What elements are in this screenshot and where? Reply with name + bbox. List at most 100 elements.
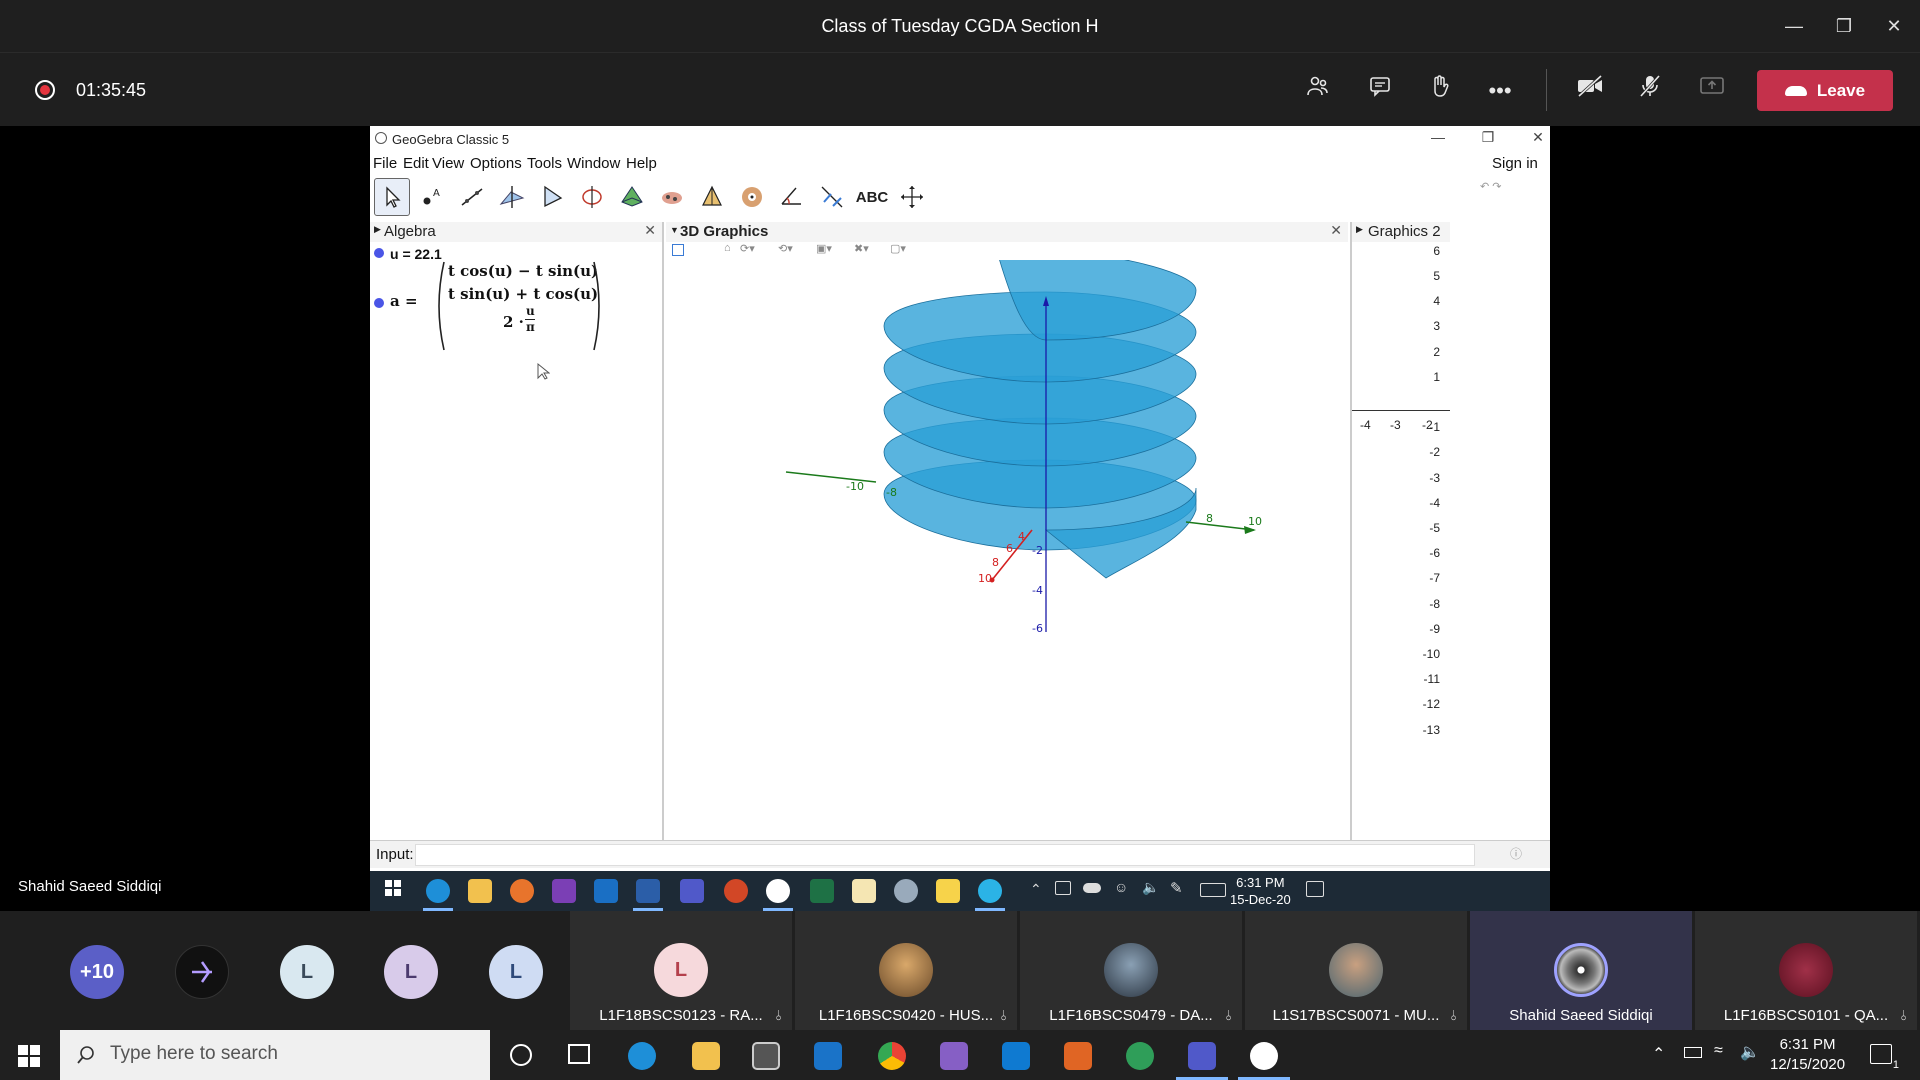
remote-onedrive-icon[interactable] bbox=[1083, 883, 1101, 893]
menu-help[interactable]: Help bbox=[626, 155, 657, 172]
algebra-close-icon[interactable]: ✕ bbox=[644, 222, 656, 239]
start-button[interactable] bbox=[18, 1045, 40, 1072]
remote-teams-icon[interactable] bbox=[680, 879, 704, 903]
participant-tile[interactable]: L1F16BSCS0101 - QA... ⫰ bbox=[1695, 911, 1917, 1030]
geogebra-taskbar-icon[interactable] bbox=[1250, 1042, 1278, 1070]
mic-toggle-button[interactable] bbox=[1630, 73, 1670, 109]
input-field[interactable] bbox=[415, 844, 1475, 866]
menu-file[interactable]: File bbox=[373, 155, 397, 172]
reflect-tool[interactable] bbox=[814, 178, 850, 216]
perpendicular-tool[interactable] bbox=[574, 178, 610, 216]
graphics-2-expand-icon[interactable]: ▶ bbox=[1356, 224, 1363, 235]
algebra-expand-icon[interactable]: ▶ bbox=[374, 224, 381, 235]
edge-icon[interactable] bbox=[628, 1042, 656, 1070]
remote-tray-chevron-icon[interactable]: ⌃ bbox=[1030, 881, 1042, 898]
remote-paint-icon[interactable] bbox=[852, 879, 876, 903]
cortana-icon[interactable] bbox=[510, 1044, 532, 1066]
remote-keyboard-icon[interactable] bbox=[1200, 883, 1226, 897]
restore-icon[interactable]: ❐ bbox=[1824, 10, 1864, 42]
volume-icon[interactable]: 🔈 bbox=[1740, 1042, 1760, 1062]
clipping-icon[interactable]: ▣▾ bbox=[816, 242, 832, 255]
rotate-icon[interactable]: ⟳▾ bbox=[740, 242, 755, 255]
remote-outlook-icon[interactable] bbox=[594, 879, 618, 903]
leave-button[interactable]: Leave bbox=[1757, 70, 1893, 111]
gg-minimize-icon[interactable]: — bbox=[1423, 129, 1453, 145]
plane-tool[interactable] bbox=[534, 178, 570, 216]
menu-tools[interactable]: Tools bbox=[527, 155, 562, 172]
remote-wifi-icon[interactable]: ☺ bbox=[1114, 879, 1128, 895]
visual-studio-icon[interactable] bbox=[940, 1042, 968, 1070]
remote-battery-icon[interactable] bbox=[1055, 881, 1071, 895]
gg-close-icon[interactable]: ✕ bbox=[1523, 129, 1553, 146]
gg-restore-icon[interactable]: ❐ bbox=[1473, 129, 1503, 146]
participant-tile[interactable]: L1F16BSCS0420 - HUS... ⫰ bbox=[795, 911, 1017, 1030]
remote-notification-icon[interactable] bbox=[1306, 881, 1324, 897]
wifi-icon[interactable]: ≈ bbox=[1714, 1042, 1723, 1060]
tray-chevron-icon[interactable]: ⌃ bbox=[1652, 1044, 1665, 1064]
visibility-toggle-u[interactable] bbox=[374, 248, 384, 258]
taskbar-clock[interactable]: 6:31 PM 12/15/2020 bbox=[1770, 1035, 1845, 1075]
store-icon[interactable] bbox=[752, 1042, 780, 1070]
remote-edge-beta-icon[interactable] bbox=[978, 879, 1002, 903]
menu-window[interactable]: Window bbox=[567, 155, 620, 172]
remote-clock[interactable]: 6:31 PM 15-Dec-20 bbox=[1230, 874, 1291, 908]
participant-avatar-l1[interactable]: L bbox=[280, 945, 334, 999]
move-tool[interactable] bbox=[374, 178, 410, 216]
rotate-view-tool[interactable] bbox=[894, 178, 930, 216]
teams-icon[interactable] bbox=[1188, 1042, 1216, 1070]
participant-tile-active-speaker[interactable]: Shahid Saeed Siddiqi bbox=[1470, 911, 1692, 1030]
net-tool[interactable] bbox=[654, 178, 690, 216]
close-icon[interactable]: ✕ bbox=[1874, 10, 1914, 42]
more-participants-button[interactable]: +10 bbox=[70, 945, 124, 999]
visibility-toggle-a[interactable] bbox=[374, 298, 384, 308]
participant-tile[interactable]: L L1F18BSCS0123 - RA... ⫰ bbox=[570, 911, 792, 1030]
remote-explorer-icon[interactable] bbox=[468, 879, 492, 903]
minimize-icon[interactable]: — bbox=[1774, 10, 1814, 42]
participant-avatar-logo[interactable] bbox=[175, 945, 229, 999]
sphere-tool[interactable] bbox=[734, 178, 770, 216]
battery-icon[interactable] bbox=[1684, 1047, 1702, 1058]
menu-view[interactable]: View bbox=[432, 155, 464, 172]
style-bar[interactable]: ⌂ ⟳▾ ⟲▾ ▣▾ ✖▾ ▢▾ bbox=[668, 242, 918, 260]
file-explorer-icon[interactable] bbox=[692, 1042, 720, 1070]
remote-volume-icon[interactable]: 🔈 bbox=[1142, 879, 1159, 896]
undo-redo-icon[interactable]: ↶ ↷ bbox=[1480, 180, 1520, 194]
vscode-icon[interactable] bbox=[1002, 1042, 1030, 1070]
remote-app-icon[interactable] bbox=[894, 879, 918, 903]
helicoid-3d-view[interactable]: -10 -8 8 10 -2 -4 -6 10 8 6 4 bbox=[666, 260, 1348, 840]
participant-tile[interactable]: L1S17BSCS0071 - MU... ⫰ bbox=[1245, 911, 1467, 1030]
remote-onenote-icon[interactable] bbox=[552, 879, 576, 903]
menu-options[interactable]: Options bbox=[470, 155, 522, 172]
remote-sticky-notes-icon[interactable] bbox=[936, 879, 960, 903]
share-screen-button[interactable] bbox=[1692, 73, 1732, 109]
input-help-icon[interactable]: ⓘ bbox=[1510, 845, 1522, 862]
tetrahedron-tool[interactable] bbox=[694, 178, 730, 216]
point-tool[interactable]: A bbox=[414, 178, 450, 216]
menu-edit[interactable]: Edit bbox=[403, 155, 429, 172]
participant-avatar-l2[interactable]: L bbox=[384, 945, 438, 999]
projection-icon[interactable]: ✖▾ bbox=[854, 242, 869, 255]
remote-excel-icon[interactable] bbox=[810, 879, 834, 903]
axes-toggle-icon[interactable] bbox=[672, 244, 684, 256]
matlab-icon[interactable] bbox=[1064, 1042, 1092, 1070]
remote-word-icon[interactable] bbox=[636, 879, 660, 903]
chat-button[interactable] bbox=[1360, 73, 1400, 109]
line-tool[interactable] bbox=[454, 178, 490, 216]
camera-toggle-button[interactable] bbox=[1570, 73, 1610, 109]
participants-button[interactable] bbox=[1298, 73, 1338, 109]
remote-firefox-icon[interactable] bbox=[510, 879, 534, 903]
participant-tile[interactable]: L1F16BSCS0479 - DA... ⫰ bbox=[1020, 911, 1242, 1030]
more-style-icon[interactable]: ▢▾ bbox=[890, 242, 906, 255]
taskbar-search-box[interactable]: Type here to search bbox=[60, 1030, 490, 1080]
text-tool[interactable]: ABC bbox=[854, 178, 890, 216]
surface-a-label[interactable]: a = bbox=[390, 292, 418, 310]
remote-powerpoint-icon[interactable] bbox=[724, 879, 748, 903]
remote-edge-icon[interactable] bbox=[426, 879, 450, 903]
graphics-3d-close-icon[interactable]: ✕ bbox=[1330, 222, 1342, 239]
intersect-tool[interactable] bbox=[494, 178, 530, 216]
chrome-icon[interactable] bbox=[878, 1042, 906, 1070]
remote-geogebra-icon[interactable] bbox=[766, 879, 790, 903]
raise-hand-button[interactable] bbox=[1420, 73, 1460, 109]
graphics-3d-collapse-icon[interactable]: ▼ bbox=[670, 225, 679, 235]
pyramid-tool[interactable] bbox=[614, 178, 650, 216]
